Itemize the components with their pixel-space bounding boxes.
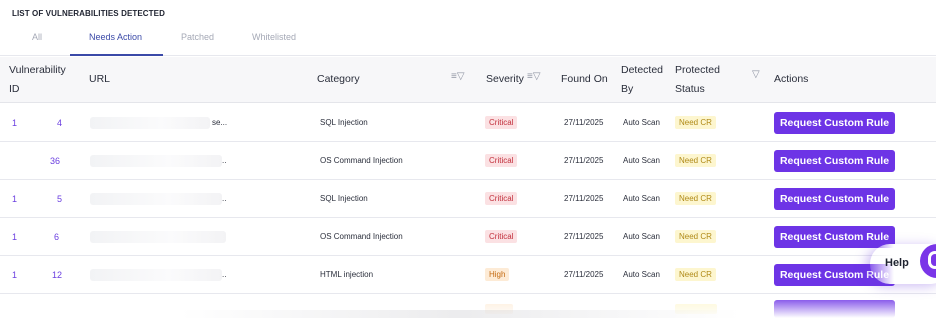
col-category[interactable]: Category bbox=[317, 70, 360, 89]
request-custom-rule-button[interactable]: Request Custom Rule bbox=[774, 112, 895, 134]
protected-status-badge: Need CR bbox=[675, 268, 716, 281]
col-vulnerability-id[interactable]: Vulnerability ID bbox=[9, 61, 66, 99]
table-header: Vulnerability ID URL Category ≡▽ Severit… bbox=[0, 57, 936, 103]
tab-patched[interactable]: Patched bbox=[181, 32, 214, 42]
table-row: 1 6 OS Command Injection Critical 27/11/… bbox=[0, 218, 936, 256]
tab-bar: All Needs Action Patched Whitelisted bbox=[0, 26, 936, 56]
col-url[interactable]: URL bbox=[89, 70, 110, 89]
protected-status-badge: Need CR bbox=[675, 192, 716, 205]
table-row: 36 .. OS Command Injection Critical 27/1… bbox=[0, 142, 936, 180]
protected-status-badge: Need CR bbox=[675, 230, 716, 243]
status-filter-icon[interactable]: ▽ bbox=[752, 69, 760, 80]
col-found-on[interactable]: Found On bbox=[561, 70, 608, 89]
found-on-date: 27/11/2025 bbox=[564, 270, 604, 279]
url-redacted bbox=[90, 193, 222, 205]
category-text: SQL Injection bbox=[320, 194, 368, 203]
found-on-date: 27/11/2025 bbox=[564, 156, 604, 165]
request-custom-rule-button[interactable]: Request Custom Rule bbox=[774, 226, 895, 248]
protected-status-badge: Need CR bbox=[675, 116, 716, 129]
protected-status-badge: Need CR bbox=[675, 154, 716, 167]
found-on-date: 27/11/2025 bbox=[564, 118, 604, 127]
col-detected-by[interactable]: Detected By bbox=[621, 61, 663, 99]
url-redacted bbox=[90, 155, 222, 167]
category-filter-icon[interactable]: ≡▽ bbox=[451, 71, 465, 82]
help-label[interactable]: Help bbox=[885, 257, 909, 269]
table-row: 1 12 .. HTML injection High 27/11/2025 A… bbox=[0, 256, 936, 294]
tab-all[interactable]: All bbox=[32, 32, 42, 42]
tab-needs-action[interactable]: Needs Action bbox=[89, 32, 142, 42]
table-row: 1 5 .. SQL Injection Critical 27/11/2025… bbox=[0, 180, 936, 218]
section-title: LIST OF VULNERABILITIES DETECTED bbox=[12, 9, 165, 18]
detected-by-text: Auto Scan bbox=[623, 232, 660, 241]
detected-by-text: Auto Scan bbox=[623, 156, 660, 165]
detected-by-text: Auto Scan bbox=[623, 118, 660, 127]
url-redacted bbox=[90, 269, 222, 281]
severity-badge: High bbox=[485, 268, 510, 281]
table-row: 1 4 se... SQL Injection Critical 27/11/2… bbox=[0, 104, 936, 142]
active-tab-indicator bbox=[70, 54, 163, 56]
request-custom-rule-button[interactable]: Request Custom Rule bbox=[774, 150, 895, 172]
url-redacted bbox=[90, 117, 210, 129]
category-text: OS Command Injection bbox=[320, 156, 403, 165]
category-text: OS Command Injection bbox=[320, 232, 403, 241]
col-actions: Actions bbox=[774, 73, 809, 85]
severity-badge: Critical bbox=[485, 192, 518, 205]
url-text[interactable]: se... bbox=[212, 118, 227, 127]
horizontal-scrollbar[interactable] bbox=[180, 310, 740, 318]
url-text[interactable]: .. bbox=[222, 270, 226, 279]
url-redacted bbox=[90, 231, 226, 243]
found-on-date: 27/11/2025 bbox=[564, 232, 604, 241]
severity-badge: Critical bbox=[485, 116, 518, 129]
found-on-date: 27/11/2025 bbox=[564, 194, 604, 203]
detected-by-text: Auto Scan bbox=[623, 270, 660, 279]
request-custom-rule-button[interactable]: Request Custom Rule bbox=[774, 188, 895, 210]
col-severity[interactable]: Severity bbox=[486, 70, 524, 89]
col-protected-status[interactable]: Protected Status bbox=[675, 61, 720, 99]
tab-whitelisted[interactable]: Whitelisted bbox=[252, 32, 296, 42]
severity-badge: Critical bbox=[485, 230, 518, 243]
category-text: SQL Injection bbox=[320, 118, 368, 127]
severity-badge: Critical bbox=[485, 154, 518, 167]
url-text[interactable]: .. bbox=[222, 156, 226, 165]
detected-by-text: Auto Scan bbox=[623, 194, 660, 203]
url-text[interactable]: .. bbox=[222, 194, 226, 203]
category-text: HTML injection bbox=[320, 270, 374, 279]
severity-filter-icon[interactable]: ≡▽ bbox=[527, 71, 541, 82]
